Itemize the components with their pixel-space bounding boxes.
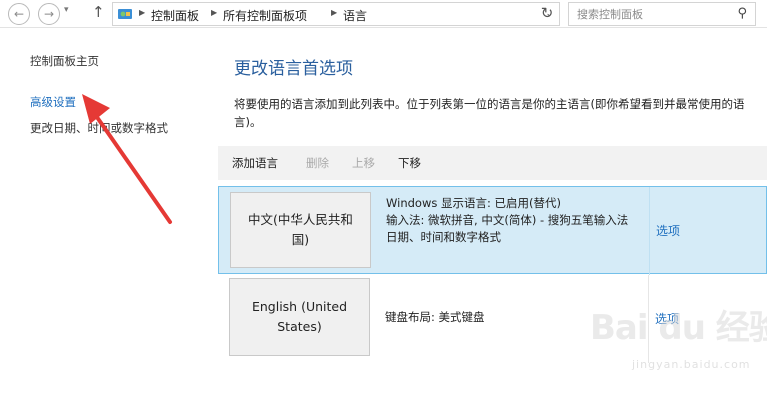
arrow-right-icon[interactable]: → (38, 3, 60, 25)
search-input[interactable] (577, 6, 727, 22)
control-panel-icon (118, 9, 132, 19)
language-tile[interactable]: English (United States) (229, 278, 370, 356)
search-icon[interactable]: ⚲ (737, 6, 747, 21)
path-box[interactable]: ▶ 控制面板 ▶ 所有控制面板项 ▶ 语言 ⌄ (112, 2, 560, 26)
recent-locations-chevron-icon[interactable]: ▾ (64, 5, 69, 15)
address-bar: ← → ▾ ↑ ▶ 控制面板 ▶ 所有控制面板项 ▶ 语言 ⌄ ↻ ⚲ (0, 0, 767, 28)
refresh-icon[interactable]: ↻ (536, 3, 558, 25)
control-panel-home-link[interactable]: 控制面板主页 (30, 53, 99, 69)
breadcrumb-control-panel[interactable]: 控制面板 (151, 7, 199, 24)
display-language-status: Windows 显示语言: 已启用(替代) (386, 196, 561, 210)
search-box[interactable]: ⚲ (568, 2, 756, 26)
language-details: Windows 显示语言: 已启用(替代) 输入法: 微软拼音, 中文(简体) … (386, 195, 651, 246)
annotation-arrow-icon (82, 94, 172, 224)
breadcrumb-language[interactable]: 语言 (343, 7, 367, 24)
remove-language-button[interactable]: 删除 (306, 155, 329, 171)
arrow-up-icon[interactable]: ↑ (92, 3, 105, 21)
move-down-button[interactable]: 下移 (398, 155, 421, 171)
options-link[interactable]: 选项 (656, 222, 680, 239)
format-status: 日期、时间和数字格式 (386, 230, 501, 244)
page-description: 将要使用的语言添加到此列表中。位于列表第一位的语言是你的主语言(即你希望看到并最… (234, 97, 745, 129)
input-method-status: 输入法: 微软拼音, 中文(简体) - 搜狗五笔输入法 (386, 213, 629, 227)
language-row-chinese[interactable]: 中文(中华人民共和国) Windows 显示语言: 已启用(替代) 输入法: 微… (218, 186, 767, 275)
breadcrumb-separator-icon: ▶ (331, 8, 338, 17)
baidu-jingyan-watermark: Bai du 经验 jingyan.baidu.com (590, 300, 767, 390)
breadcrumb-separator-icon: ▶ (211, 8, 218, 17)
watermark-logo-text: Bai du 经验 (590, 308, 767, 348)
arrow-left-icon[interactable]: ← (8, 3, 30, 25)
breadcrumb-separator-icon: ▶ (139, 8, 146, 17)
page-title: 更改语言首选项 (234, 59, 353, 79)
column-divider (649, 187, 650, 275)
breadcrumb-all-items[interactable]: 所有控制面板项 (223, 7, 307, 24)
move-up-button[interactable]: 上移 (352, 155, 375, 171)
language-toolbar: 添加语言 删除 上移 下移 (218, 146, 767, 180)
add-language-button[interactable]: 添加语言 (232, 155, 278, 171)
watermark-url: jingyan.baidu.com (632, 358, 751, 371)
language-tile[interactable]: 中文(中华人民共和国) (230, 192, 371, 268)
